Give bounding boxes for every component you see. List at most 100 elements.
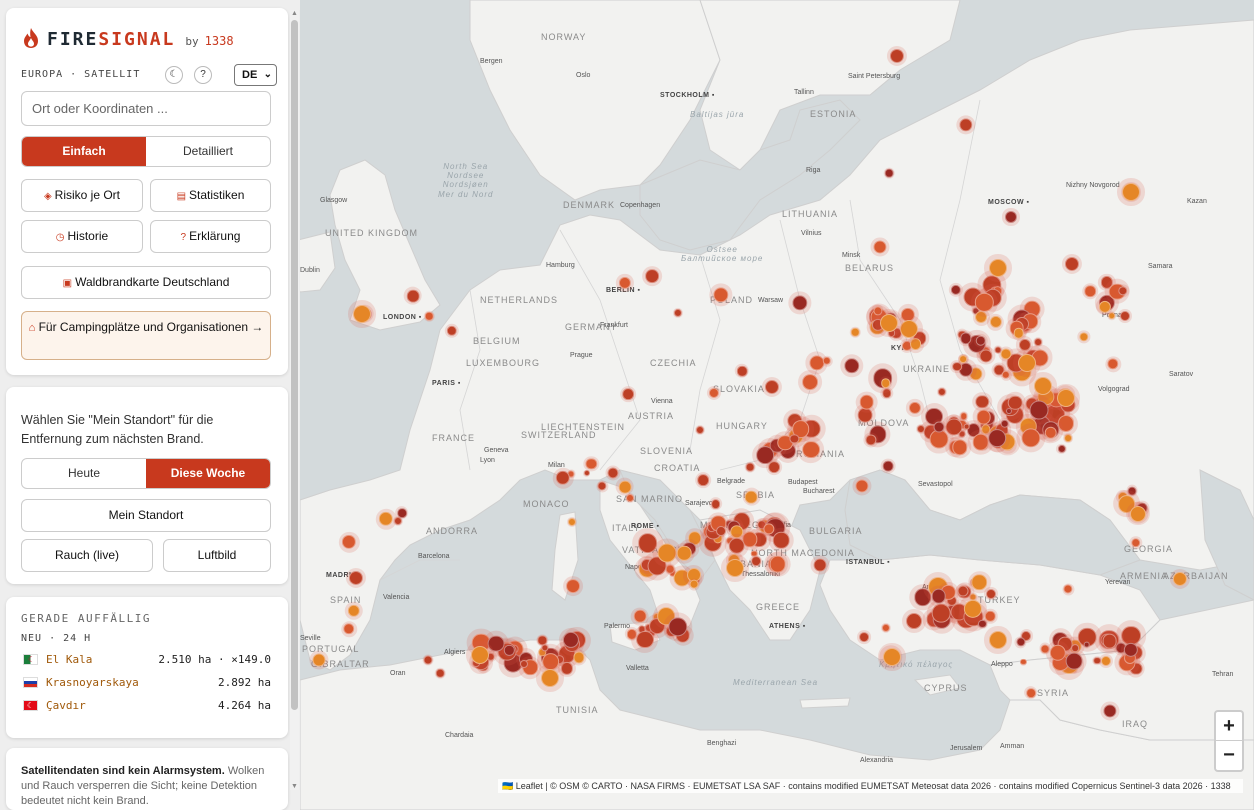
theme-toggle-button[interactable]: ☾: [165, 66, 183, 84]
fire-marker[interactable]: [1070, 643, 1080, 653]
fire-marker[interactable]: [973, 333, 988, 348]
fire-marker[interactable]: [984, 626, 1012, 654]
fire-marker[interactable]: [616, 274, 634, 292]
fire-marker[interactable]: [1011, 325, 1026, 340]
fire-marker[interactable]: [1029, 372, 1057, 400]
fire-marker[interactable]: [821, 355, 834, 368]
fire-marker[interactable]: [849, 326, 861, 338]
fire-marker[interactable]: [1024, 686, 1038, 700]
fire-marker[interactable]: [986, 313, 1005, 332]
fire-marker[interactable]: [707, 386, 722, 401]
fire-marker[interactable]: [1116, 284, 1130, 298]
fire-marker[interactable]: [630, 607, 649, 626]
fire-marker[interactable]: [583, 469, 591, 477]
fire-marker[interactable]: [1013, 349, 1041, 377]
today-button[interactable]: Heute: [22, 459, 146, 488]
fire-marker[interactable]: [983, 425, 1011, 452]
fire-marker[interactable]: [761, 376, 783, 398]
aerial-button[interactable]: Luftbild: [163, 539, 271, 572]
fire-marker[interactable]: [840, 354, 864, 378]
fire-marker[interactable]: [878, 643, 906, 671]
fire-marker[interactable]: [880, 458, 896, 474]
risk-button[interactable]: ◈ Risiko je Ort: [21, 179, 143, 212]
fire-marker[interactable]: [857, 630, 871, 644]
fire-marker[interactable]: [948, 435, 972, 459]
fire-marker[interactable]: [931, 419, 947, 435]
fire-marker[interactable]: [536, 664, 564, 692]
fire-marker[interactable]: [998, 346, 1014, 362]
fire-marker[interactable]: [1095, 297, 1114, 316]
fire-marker[interactable]: [345, 602, 364, 621]
fire-marker[interactable]: [605, 464, 621, 481]
fire-marker[interactable]: [694, 424, 706, 436]
fire-marker[interactable]: [1019, 658, 1028, 666]
fire-marker[interactable]: [694, 471, 711, 488]
fire-marker[interactable]: [714, 523, 728, 538]
fire-marker[interactable]: [1117, 178, 1145, 206]
fire-marker[interactable]: [1077, 330, 1091, 344]
fire-marker[interactable]: [957, 330, 975, 347]
fire-marker[interactable]: [906, 399, 924, 417]
fire-marker[interactable]: [619, 385, 636, 402]
fire-marker[interactable]: [403, 286, 422, 305]
fire-marker[interactable]: [519, 658, 530, 669]
fire-marker[interactable]: [502, 643, 517, 658]
fire-marker[interactable]: [810, 555, 830, 575]
fire-marker[interactable]: [1061, 648, 1087, 674]
fire-marker[interactable]: [1118, 309, 1132, 323]
fire-marker[interactable]: [340, 620, 358, 638]
fire-marker[interactable]: [765, 551, 790, 577]
fire-marker[interactable]: [1125, 501, 1150, 526]
fire-marker[interactable]: [570, 649, 587, 666]
fire-marker[interactable]: [673, 542, 695, 564]
fire-marker[interactable]: [750, 549, 759, 558]
scroll-up-icon[interactable]: ▲: [291, 10, 298, 17]
fire-marker[interactable]: [895, 315, 923, 343]
fire-marker[interactable]: [959, 594, 988, 623]
fire-marker[interactable]: [1024, 395, 1054, 425]
fire-marker[interactable]: [444, 323, 460, 339]
fire-marker[interactable]: [983, 609, 998, 623]
fire-marker[interactable]: [1014, 636, 1027, 649]
fire-marker[interactable]: [422, 654, 434, 666]
fire-marker[interactable]: [956, 115, 976, 135]
fire-marker[interactable]: [852, 476, 872, 496]
explain-button[interactable]: ? Erklärung: [150, 220, 271, 253]
fire-marker[interactable]: [1000, 369, 1012, 381]
fire-marker[interactable]: [955, 583, 971, 599]
fire-marker[interactable]: [348, 300, 376, 328]
fire-marker[interactable]: [558, 628, 584, 653]
fire-marker[interactable]: [688, 578, 700, 590]
fire-marker[interactable]: [879, 376, 892, 390]
fire-marker[interactable]: [1033, 337, 1043, 348]
fire-marker[interactable]: [1100, 701, 1120, 721]
fire-marker[interactable]: [886, 45, 908, 67]
fire-marker[interactable]: [984, 254, 1012, 282]
sidebar-scrollbar[interactable]: ▲ ▼: [290, 10, 299, 790]
fire-marker[interactable]: [863, 432, 879, 448]
fire-marker[interactable]: [1082, 640, 1091, 649]
stats-button[interactable]: ▤ Statistiken: [150, 179, 271, 212]
fire-marker[interactable]: [972, 406, 995, 428]
fire-marker[interactable]: [423, 310, 435, 322]
fire-marker[interactable]: [663, 611, 694, 642]
my-location-button[interactable]: Mein Standort: [21, 499, 271, 532]
fire-marker[interactable]: [927, 585, 949, 607]
fire-marker[interactable]: [761, 521, 778, 538]
fire-marker[interactable]: [540, 643, 550, 653]
fire-marker[interactable]: [1082, 283, 1098, 299]
fire-marker[interactable]: [1004, 392, 1026, 413]
fire-marker[interactable]: [434, 667, 446, 679]
germany-map-button[interactable]: ▣ Waldbrandkarte Deutschland: [21, 266, 271, 299]
fire-marker[interactable]: [345, 567, 367, 589]
fire-marker[interactable]: [856, 391, 878, 413]
fire-marker[interactable]: [1104, 355, 1122, 373]
fire-marker[interactable]: [970, 288, 999, 317]
language-select[interactable]: DE ⌄: [234, 64, 277, 86]
fire-marker[interactable]: [968, 570, 991, 594]
fire-marker[interactable]: [466, 641, 494, 669]
camping-button[interactable]: ⌂ Für Campingplätze und Organisationen →: [21, 311, 271, 360]
fire-marker[interactable]: [765, 458, 782, 475]
fire-marker[interactable]: [1002, 208, 1020, 226]
fire-marker[interactable]: [709, 497, 722, 510]
